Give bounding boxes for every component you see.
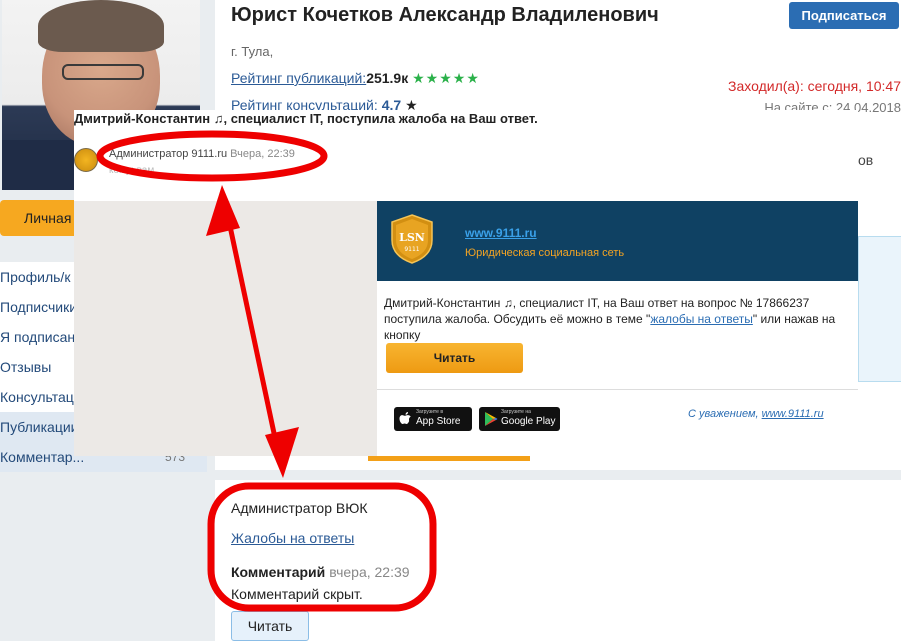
app-store-button[interactable]: Загрузите в App Store (394, 407, 472, 431)
email-gray-area (74, 201, 377, 456)
page: { "profile": { "name": "Юрист Кочетков А… (0, 0, 901, 641)
sidebar-item-label: Я подписан (0, 329, 76, 345)
sent-time: Вчера, 22:39 (230, 148, 295, 160)
regards-link[interactable]: www.9111.ru (762, 408, 824, 420)
logo-number: 9111 (404, 246, 419, 253)
email-screenshot: Дмитрий-Константин ♫, специалист IT, пос… (74, 110, 858, 456)
mail-divider (377, 389, 858, 390)
section-separator (215, 470, 901, 480)
comment-text: Комментарий скрыт. (231, 586, 363, 602)
comment-label: Комментарий (231, 564, 326, 580)
publication-rating-link[interactable]: Рейтинг публикаций: (231, 70, 366, 86)
email-sender-row: Администратор 9111.ru Вчера, 22:39 кому:… (74, 148, 858, 200)
googleplay-big-text: Google Play (501, 416, 556, 427)
lsn-logo-icon: LSN 9111 (391, 214, 433, 264)
read-button[interactable]: Читать (231, 611, 309, 641)
sidebar-item-label: Публикации (0, 419, 79, 435)
last-visit: Заходил(а): сегодня, 10:47 (728, 78, 901, 94)
profile-name: Юрист Кочетков Александр Владиленович (231, 4, 659, 26)
mail-read-button[interactable]: Читать (386, 343, 523, 373)
publication-rating-value: 251.9к (366, 70, 409, 86)
recipient: кому: вам (109, 165, 155, 176)
info-panel (858, 236, 901, 382)
sender-info: Администратор 9111.ru Вчера, 22:39 (109, 148, 295, 160)
sidebar-item-label: Комментар... (0, 449, 85, 465)
sidebar-item-label: Консультац (0, 389, 74, 405)
subscribe-button[interactable]: Подписаться (789, 2, 899, 29)
regards-label: С уважением, (688, 408, 762, 420)
mail-complaints-link[interactable]: жалобы на ответы (650, 312, 753, 326)
orange-strip (368, 456, 530, 461)
logo-text: LSN (399, 231, 425, 244)
avatar-hair (38, 0, 164, 52)
googleplay-small-text: Загрузите на (501, 409, 531, 415)
site-link[interactable]: www.9111.ru (465, 226, 537, 240)
sidebar-item-label: Подписчики (0, 299, 78, 315)
apple-icon (399, 412, 411, 424)
comment-block: Администратор ВЮК Жалобы на ответы Комме… (231, 500, 431, 602)
avatar-glasses (62, 64, 144, 80)
site-tagline: Юридическая социальная сеть (465, 247, 625, 259)
sender-avatar (74, 148, 98, 172)
sidebar-item-label: Профиль/к (0, 269, 71, 285)
comment-author: Администратор ВЮК (231, 500, 368, 516)
profile-city: г. Тула, (231, 44, 274, 59)
email-subject: Дмитрий-Константин ♫, специалист IT, пос… (74, 111, 538, 126)
complaints-topic-link[interactable]: Жалобы на ответы (231, 530, 431, 546)
rating-stars-icon: ★★★★★ (412, 70, 480, 86)
sender-name: Администратор 9111.ru (109, 148, 228, 160)
mail-body: Дмитрий-Константин ♫, специалист IT, на … (384, 295, 846, 343)
sidebar-item-label: Отзывы (0, 359, 52, 375)
appstore-big-text: App Store (416, 416, 461, 427)
google-play-button[interactable]: Загрузите на Google Play (479, 407, 560, 431)
peek-text: ов (858, 152, 874, 168)
comment-meta: Комментарий вчера, 22:39 (231, 564, 431, 580)
mail-header-banner: LSN 9111 www.9111.ru Юридическая социаль… (377, 201, 858, 281)
publication-rating: Рейтинг публикаций:251.9к ★★★★★ (231, 70, 480, 87)
google-play-icon (485, 412, 498, 426)
appstore-small-text: Загрузите в (416, 409, 443, 415)
comment-time: вчера, 22:39 (329, 564, 410, 580)
regards-text: С уважением, www.9111.ru (688, 408, 824, 420)
